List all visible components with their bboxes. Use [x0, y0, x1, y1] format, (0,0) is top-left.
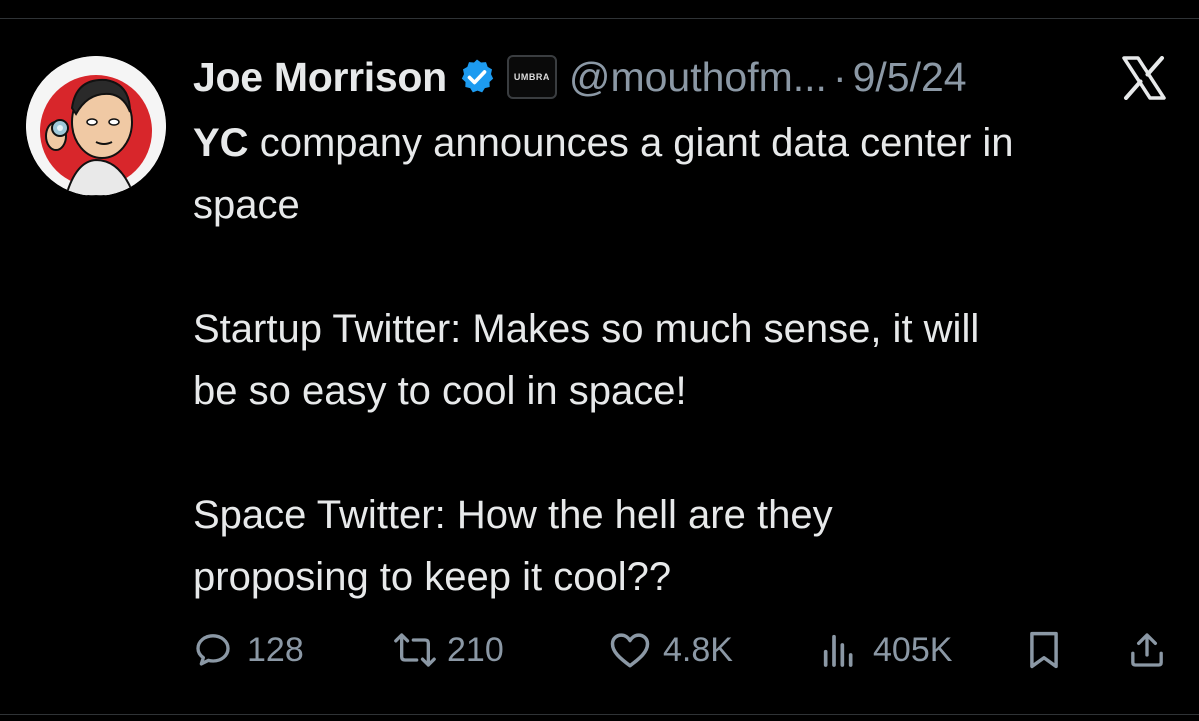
org-affiliation-badge[interactable]: UMBRA [506, 55, 557, 99]
like-icon [610, 633, 650, 668]
retweet-icon [394, 633, 436, 667]
tweet-line-3: Startup Twitter: Makes so much sense, it… [193, 307, 980, 351]
header-separator: · [832, 53, 847, 100]
like-button[interactable]: 4.8K [609, 620, 733, 680]
tweet-header: Joe Morrison UMBRA @mouthofm... · 9/5/24 [193, 50, 1183, 104]
tweet-line-1: YC company announces a giant data center… [193, 112, 1183, 174]
share-button[interactable] [1127, 620, 1167, 680]
tweet-text: YC company announces a giant data center… [193, 112, 1183, 608]
author-name[interactable]: Joe Morrison [193, 54, 447, 101]
avatar[interactable] [26, 56, 166, 196]
tweet-bold-prefix: YC [193, 121, 249, 165]
retweet-button[interactable]: 210 [393, 620, 504, 680]
share-icon [1131, 633, 1163, 667]
tweet-line-6: proposing to keep it cool?? [193, 555, 672, 599]
bookmark-button[interactable] [1025, 620, 1063, 680]
org-badge-label: UMBRA [513, 72, 550, 82]
reply-button[interactable]: 128 [193, 620, 304, 680]
author-handle[interactable]: @mouthofm... [569, 54, 827, 101]
like-count: 4.8K [663, 630, 733, 669]
action-bar: 128 210 4.8K 405K [193, 620, 1173, 680]
reply-icon [196, 634, 230, 666]
views-count: 405K [873, 630, 953, 669]
tweet-line-2: space [193, 183, 300, 227]
retweet-count: 210 [447, 630, 504, 669]
views-button[interactable]: 405K [819, 620, 952, 680]
tweet-line-1-text: company announces a giant data center in [248, 121, 1014, 165]
bottom-divider [0, 714, 1199, 715]
bookmark-icon [1030, 631, 1058, 669]
views-icon [823, 634, 853, 667]
tweet-line-5: Space Twitter: How the hell are they [193, 493, 833, 537]
top-divider [0, 18, 1199, 19]
reply-count: 128 [247, 630, 304, 669]
x-logo-icon [1121, 56, 1167, 100]
tweet-date[interactable]: 9/5/24 [853, 54, 967, 101]
verified-badge-icon [457, 57, 497, 97]
tweet-line-4: be so easy to cool in space! [193, 369, 687, 413]
